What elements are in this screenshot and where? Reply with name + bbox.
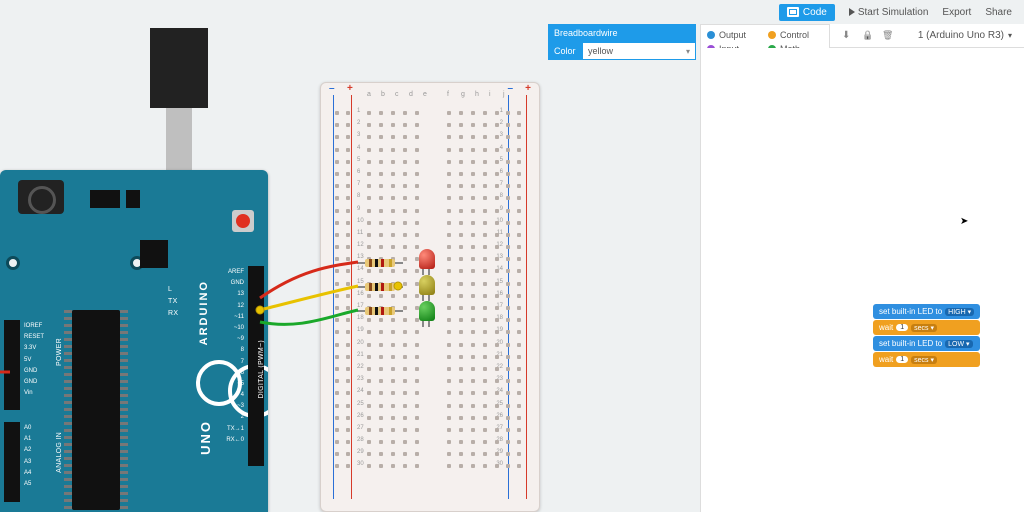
arduino-model-label: UNO	[198, 420, 213, 455]
mount-hole	[6, 256, 20, 270]
breadboard-col-labels-left: abcde	[367, 91, 431, 98]
reset-button[interactable]	[232, 210, 254, 232]
code-tool-icons	[842, 30, 894, 42]
block-dropdown[interactable]: HIGH ▾	[945, 308, 974, 316]
start-sim-label: Start Simulation	[858, 7, 929, 18]
block-text: set built-in LED to	[879, 339, 942, 348]
device-value: 1 (Arduino Uno R3)	[918, 30, 1004, 41]
led-rx-label: RX	[168, 310, 178, 317]
palette-output[interactable]: Output	[707, 29, 762, 41]
atmega-chip	[72, 310, 120, 510]
led-green[interactable]	[419, 301, 435, 321]
code-icon	[787, 7, 799, 17]
rail-line	[333, 95, 334, 499]
block-stack[interactable]: set built-in LED toHIGH ▾ wait1secs ▾ se…	[873, 304, 980, 368]
breadboard-col-labels-right: fghij	[447, 91, 511, 98]
resistor[interactable]	[365, 307, 395, 315]
play-icon	[849, 8, 855, 16]
rail-holes[interactable]	[335, 107, 354, 473]
block-set-led-low[interactable]: set built-in LED toLOW ▾	[873, 336, 980, 351]
usb-plug[interactable]	[150, 28, 208, 108]
chevron-down-icon: ▾	[1008, 31, 1012, 40]
block-text: wait	[879, 323, 893, 332]
dot-icon	[707, 31, 715, 39]
smd-component	[90, 190, 120, 208]
block-wait-2[interactable]: wait1secs ▾	[873, 352, 980, 367]
lock-icon[interactable]	[862, 30, 874, 42]
smd-component	[126, 190, 140, 208]
block-text: wait	[879, 355, 893, 364]
analog-group-label: ANALOG IN	[56, 432, 63, 473]
digital-pin-labels: AREFGND1312~11~10~987~6~54~32TX→1RX←0	[226, 268, 244, 445]
smd-component	[140, 240, 168, 268]
top-toolbar: Code Start Simulation Export Share	[767, 0, 1024, 24]
rail-holes[interactable]	[506, 107, 525, 473]
palette-label: Control	[780, 30, 809, 40]
circuit-canvas[interactable]: ARDUINO UNO AREFGND1312~11~10~987~6~54~3…	[0, 0, 700, 512]
resistor[interactable]	[365, 283, 395, 291]
start-simulation-button[interactable]: Start Simulation	[849, 7, 929, 18]
mouse-cursor: ➤	[960, 216, 968, 227]
minus-icon: –	[329, 83, 335, 94]
code-workspace[interactable]: set built-in LED toHIGH ▾ wait1secs ▾ se…	[700, 48, 1024, 512]
rail-line	[526, 95, 527, 499]
tie-holes-right[interactable]	[447, 107, 503, 473]
arduino-uno[interactable]: ARDUINO UNO AREFGND1312~11~10~987~6~54~3…	[0, 170, 268, 512]
power-group-label: POWER	[56, 338, 63, 366]
block-number-input[interactable]: 1	[896, 356, 908, 363]
block-set-led-high[interactable]: set built-in LED toHIGH ▾	[873, 304, 980, 319]
plus-icon: +	[347, 83, 353, 94]
analog-pin-labels: A0A1A2A3A4A5	[24, 424, 31, 489]
block-number-input[interactable]: 1	[896, 324, 908, 331]
breadboard[interactable]: – + – + abcde fghij 12345678910111213141…	[320, 82, 540, 512]
block-dropdown[interactable]: secs ▾	[911, 324, 937, 332]
led-red[interactable]	[419, 249, 435, 269]
export-button[interactable]: Export	[942, 7, 971, 18]
usb-cable	[166, 108, 192, 170]
device-select[interactable]: 1 (Arduino Uno R3) ▾	[918, 30, 1012, 41]
dot-icon	[768, 31, 776, 39]
block-dropdown[interactable]: secs ▾	[911, 356, 937, 364]
trash-icon[interactable]	[882, 30, 894, 42]
download-icon[interactable]	[842, 30, 854, 42]
arduino-brand-label: ARDUINO	[198, 280, 210, 345]
block-wait-1[interactable]: wait1secs ▾	[873, 320, 980, 335]
led-l-label: L	[168, 286, 172, 293]
plus-icon: +	[525, 83, 531, 94]
block-dropdown[interactable]: LOW ▾	[945, 340, 972, 348]
code-label: Code	[803, 7, 827, 18]
digital-group-label: DIGITAL (PWM~)	[258, 340, 265, 398]
share-button[interactable]: Share	[985, 7, 1012, 18]
resistor[interactable]	[365, 259, 395, 267]
power-pin-labels: IOREFRESET3.3V5VGNDGNDVin	[24, 322, 44, 398]
led-tx-label: TX	[168, 298, 178, 305]
power-header[interactable]	[4, 320, 20, 410]
led-yellow[interactable]	[419, 275, 435, 295]
barrel-jack	[18, 180, 64, 214]
analog-header[interactable]	[4, 422, 20, 502]
palette-control[interactable]: Control	[768, 29, 823, 41]
block-text: set built-in LED to	[879, 307, 942, 316]
palette-label: Output	[719, 30, 746, 40]
code-button[interactable]: Code	[779, 4, 835, 21]
